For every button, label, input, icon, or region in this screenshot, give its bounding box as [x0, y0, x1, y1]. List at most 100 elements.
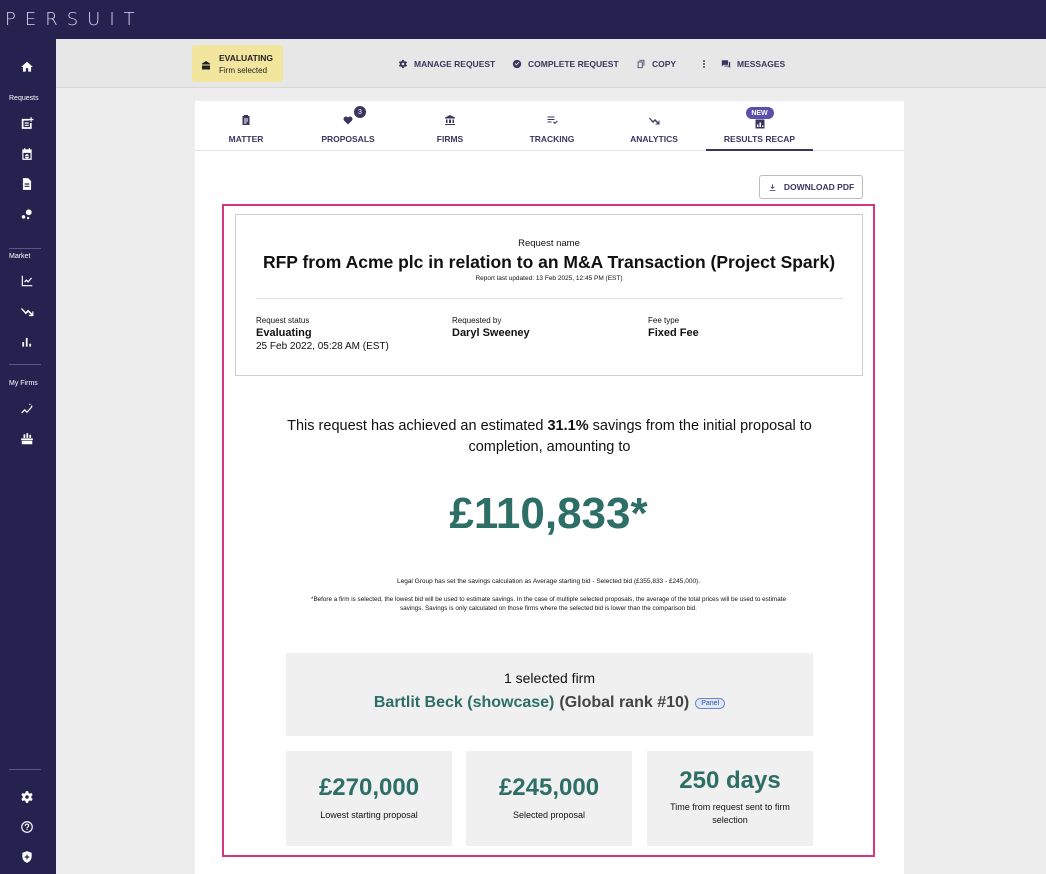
sidebar-divider [9, 364, 41, 365]
bank-icon [445, 115, 455, 125]
manage-request-button[interactable]: MANAGE REQUEST [398, 58, 495, 70]
trend-sparkle-icon[interactable] [18, 400, 36, 418]
status-label: EVALUATING [219, 53, 273, 63]
calc-prefix: Legal Group has set the savings calculat… [396, 578, 533, 585]
panel-badge: Panel [695, 697, 726, 709]
stat-label: Lowest starting proposal [320, 810, 418, 820]
tab-label: MATTER [228, 134, 264, 144]
more-vertical-icon [703, 60, 705, 68]
stat-label: Selected proposal [512, 810, 586, 820]
complete-request-label: COMPLETE REQUEST [528, 59, 619, 69]
chat-icon [721, 60, 731, 69]
shield-icon[interactable] [18, 848, 36, 866]
selected-firm-count: 1 selected firm [503, 670, 596, 686]
firm-rank: (Global rank #10) [559, 694, 690, 711]
tab-label: FIRMS [436, 134, 464, 144]
report-updated: Report last updated: 13 Feb 2025, 12:45 … [475, 275, 623, 282]
stat-lowest-proposal: £270,000 Lowest starting proposal [286, 751, 452, 846]
messages-button[interactable]: MESSAGES [721, 58, 785, 70]
bar-chart-icon[interactable] [18, 333, 36, 351]
tab-label: RESULTS RECAP [723, 134, 796, 144]
divider [256, 298, 843, 299]
request-action-bar: EVALUATING Firm selected MANAGE REQUEST … [56, 39, 1046, 88]
document-icon[interactable] [18, 175, 36, 193]
sidebar-section-requests: Requests [9, 95, 39, 102]
tab-results-recap[interactable]: NEW RESULTS RECAP [706, 101, 813, 151]
sidebar-divider [9, 248, 41, 249]
tab-firms[interactable]: FIRMS [400, 101, 500, 151]
field-label: Fee type [648, 316, 680, 325]
savings-statement: This request has achieved an estimated 3… [284, 416, 815, 458]
calendar-cost-icon[interactable] [18, 145, 36, 163]
savings-footnote: *Before a firm is selected, the lowest b… [311, 596, 786, 612]
messages-label: MESSAGES [737, 59, 786, 69]
stat-value: £270,000 [318, 774, 420, 801]
stat-value: £245,000 [498, 774, 600, 801]
download-pdf-label: DOWNLOAD PDF [783, 182, 855, 192]
status-chip: EVALUATING Firm selected [192, 45, 283, 82]
stat-label: Time from request sent to firm selection [670, 802, 790, 825]
field-label: Request status [256, 316, 310, 325]
tab-label: PROPOSALS [321, 134, 375, 144]
request-summary: Request name RFP from Acme plc in relati… [235, 214, 863, 376]
gear-icon [398, 59, 408, 69]
chart-icon[interactable] [18, 272, 36, 290]
trend-down-icon[interactable] [18, 303, 36, 321]
tab-tracking[interactable]: TRACKING [502, 101, 602, 151]
complete-request-button[interactable]: COMPLETE REQUEST [512, 58, 619, 70]
scatter-dots-icon[interactable] [18, 205, 36, 223]
clipboard-icon [242, 115, 250, 125]
request-name-caption: Request name [518, 238, 580, 249]
sidebar: Requests Market My Firms [0, 39, 56, 874]
stat-selected-proposal: £245,000 Selected proposal [466, 751, 632, 846]
firms-building-icon[interactable] [18, 430, 36, 448]
tag-heart-icon [343, 116, 353, 125]
tab-label: TRACKING [529, 134, 575, 144]
copy-button[interactable]: COPY [636, 58, 676, 70]
persuit-logo[interactable]: PERSUIT [5, 9, 144, 30]
home-icon[interactable] [18, 58, 36, 76]
report-icon [755, 119, 764, 129]
sidebar-section-market: Market [9, 253, 31, 260]
proposals-count-badge: 3 [354, 106, 366, 118]
field-label: Requested by [452, 316, 502, 325]
request-status-field: Request status Evaluating 25 Feb 2022, 0… [256, 316, 389, 352]
manage-request-label: MANAGE REQUEST [414, 59, 496, 69]
savings-percent: 31.1% [547, 418, 589, 434]
requested-by-field: Requested by Daryl Sweeney [452, 316, 530, 339]
stat-time-to-selection: 250 days Time from request sent to firm … [647, 751, 813, 846]
copy-icon [637, 59, 645, 69]
trend-down-icon [649, 117, 660, 125]
check-circle-icon [512, 59, 522, 69]
field-date: 25 Feb 2022, 05:28 AM (EST) [256, 341, 389, 352]
results-recap-panel: Request name RFP from Acme plc in relati… [222, 204, 875, 857]
checklist-icon [547, 116, 558, 124]
field-value: Daryl Sweeney [452, 327, 530, 339]
savings-prefix: This request has achieved an estimated [287, 418, 548, 434]
tab-proposals[interactable]: 3 PROPOSALS [298, 101, 398, 151]
gavel-icon [200, 58, 212, 70]
status-sub: Firm selected [219, 66, 268, 75]
selected-firm-box: 1 selected firm Bartlit Beck (showcase) … [286, 653, 813, 736]
tab-analytics[interactable]: ANALYTICS [604, 101, 704, 151]
tab-label: ANALYTICS [630, 134, 678, 144]
help-icon[interactable] [18, 818, 36, 836]
sidebar-divider [9, 769, 41, 770]
download-pdf-button[interactable]: DOWNLOAD PDF [759, 175, 863, 199]
field-value: Evaluating [256, 327, 312, 339]
request-tabs: MATTER 3 PROPOSALS FIRMS TRACKING ANALYT… [195, 101, 904, 151]
more-options-button[interactable] [699, 58, 715, 70]
savings-amount: £110,833* [449, 489, 648, 538]
firm-name[interactable]: Bartlit Beck (showcase) [374, 694, 555, 712]
fee-type-field: Fee type Fixed Fee [648, 316, 699, 339]
calc-formula: Average starting bid - Selected bid (£35… [532, 578, 701, 585]
copy-label: COPY [652, 59, 677, 69]
new-request-icon[interactable] [18, 114, 36, 132]
download-icon [769, 183, 776, 191]
top-bar: PERSUIT [0, 0, 1046, 39]
gear-icon[interactable] [18, 788, 36, 806]
tab-matter[interactable]: MATTER [196, 101, 296, 151]
request-card: MATTER 3 PROPOSALS FIRMS TRACKING ANALYT… [195, 101, 904, 874]
selected-firm-line: Bartlit Beck (showcase) (Global rank #10… [286, 694, 813, 712]
field-value: Fixed Fee [648, 327, 699, 339]
